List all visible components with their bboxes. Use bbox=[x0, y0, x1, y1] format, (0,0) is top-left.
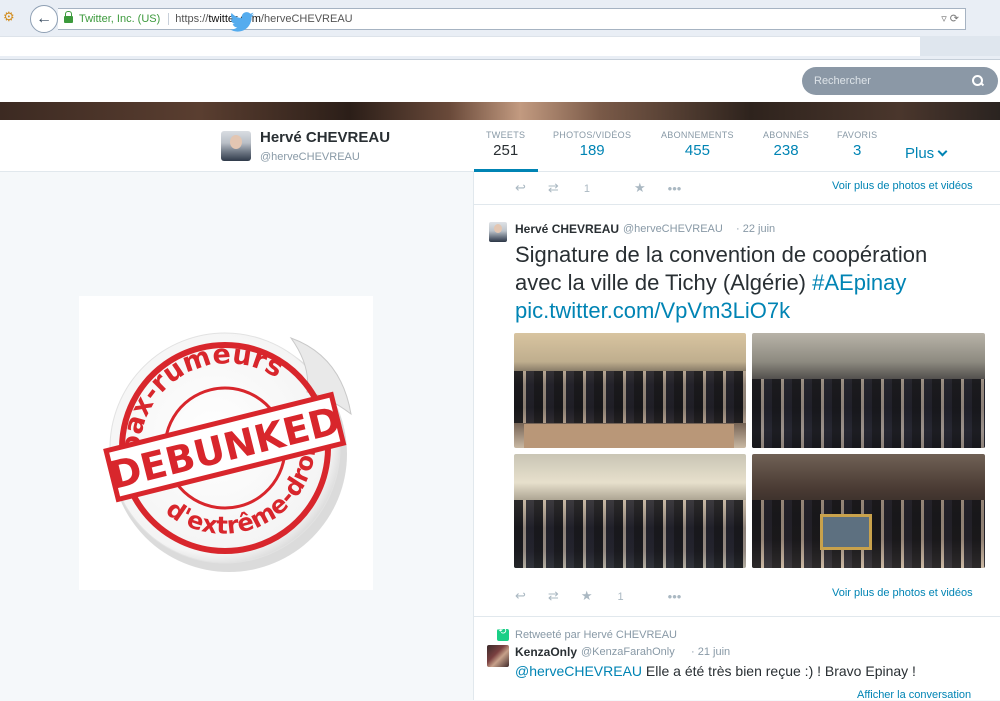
stat-value: 455 bbox=[684, 142, 710, 159]
tweet-photo-2[interactable] bbox=[752, 333, 985, 448]
stat-photos-videos[interactable]: PHOTOS/VIDÉOS 189 bbox=[553, 130, 631, 159]
hashtag-link[interactable]: #AEpinay bbox=[812, 270, 906, 295]
retweet-time[interactable]: · 21 juin bbox=[691, 646, 730, 658]
retweet-icon: ⇄ bbox=[547, 180, 559, 195]
address-bar[interactable]: Twitter, Inc. (US) https://twitter.com/h… bbox=[58, 8, 966, 30]
profile-avatar[interactable] bbox=[221, 131, 251, 161]
profile-name[interactable]: Hervé CHEVREAU bbox=[260, 129, 390, 146]
lock-icon bbox=[64, 11, 73, 24]
tweet-handle[interactable]: @herveCHEVREAU bbox=[623, 223, 723, 235]
divider bbox=[474, 616, 1000, 617]
stat-label: FAVORIS bbox=[837, 130, 878, 140]
photo-desk bbox=[524, 424, 734, 448]
retweet-handle[interactable]: @KenzaFarahOnly bbox=[581, 646, 675, 658]
retweet-action[interactable]: ⇄ 1 bbox=[548, 180, 612, 196]
favorite-icon: ★ bbox=[580, 588, 593, 603]
search-box[interactable] bbox=[802, 67, 998, 95]
photo-people bbox=[514, 370, 746, 423]
stat-abonnements[interactable]: ABONNEMENTS 455 bbox=[661, 130, 734, 159]
url-text[interactable]: https://twitter.com/herveCHEVREAU bbox=[175, 13, 352, 25]
stat-value: 238 bbox=[773, 142, 799, 159]
search-icon[interactable] bbox=[972, 75, 984, 87]
more-options-icon[interactable]: ••• bbox=[668, 589, 682, 604]
stat-label: PHOTOS/VIDÉOS bbox=[553, 130, 632, 140]
photo-people bbox=[514, 499, 746, 568]
tweet-actions: ↩ ⇄ 1 ★ ••• bbox=[515, 180, 703, 196]
url-prefix: https:// bbox=[175, 13, 209, 25]
more-label: Plus bbox=[905, 145, 935, 162]
favorite-count: 1 bbox=[617, 591, 624, 603]
site-identity[interactable]: Twitter, Inc. (US) bbox=[79, 13, 170, 25]
tweet-text-line2: avec la ville de Tichy (Algérie) bbox=[515, 270, 807, 295]
retweet-body: Elle a été très bien reçue :) ! Bravo Ep… bbox=[642, 663, 916, 679]
stat-label: ABONNÉS bbox=[763, 130, 810, 140]
browser-logo-icon: ⚙ bbox=[3, 9, 15, 24]
retweet-text: @herveCHEVREAU Elle a été très bien reçu… bbox=[515, 663, 916, 679]
retweet-author[interactable]: KenzaOnly bbox=[515, 645, 577, 659]
photo-frame bbox=[820, 514, 872, 550]
reply-icon[interactable]: ↩ bbox=[515, 180, 526, 196]
see-more-photos-link[interactable]: Voir plus de photos et vidéos bbox=[832, 180, 973, 192]
tweet-text-line1: Signature de la convention de coopératio… bbox=[515, 242, 928, 267]
retweeted-by-label: Retweeté par Hervé CHEVREAU bbox=[497, 626, 677, 641]
debunked-stamp-image: Hoax-rumeurs d'extrême-droite DEBUNKED bbox=[79, 296, 373, 590]
search-input[interactable] bbox=[802, 75, 972, 87]
tweet-photo-1[interactable] bbox=[514, 333, 746, 448]
retweet-badge-icon bbox=[497, 626, 509, 641]
header-photo bbox=[0, 102, 1000, 120]
stat-value: 251 bbox=[493, 142, 519, 159]
tweet-text: Signature de la convention de coopératio… bbox=[515, 241, 985, 325]
retweet-icon[interactable]: ⇄ bbox=[548, 588, 559, 604]
url-path: /herveCHEVREAU bbox=[260, 13, 353, 25]
more-button[interactable]: Plus bbox=[905, 145, 948, 162]
back-arrow-icon: ← bbox=[36, 10, 52, 27]
reload-icon[interactable]: ▿ ⟳ bbox=[941, 12, 959, 25]
stat-label: ABONNEMENTS bbox=[661, 130, 734, 140]
chevron-down-icon bbox=[937, 146, 948, 157]
pic-link[interactable]: pic.twitter.com/VpVm3LiO7k bbox=[515, 297, 985, 325]
retweeted-by-text[interactable]: Retweeté par Hervé CHEVREAU bbox=[515, 629, 677, 641]
favorite-action[interactable]: ★ 1 bbox=[581, 588, 646, 604]
stat-label: TWEETS bbox=[486, 130, 526, 140]
stat-value: 3 bbox=[853, 142, 862, 159]
tweet-time[interactable]: · 22 juin bbox=[736, 223, 775, 235]
tweet-avatar[interactable] bbox=[489, 222, 507, 242]
more-options-icon[interactable]: ••• bbox=[668, 181, 682, 196]
see-more-photos-link[interactable]: Voir plus de photos et vidéos bbox=[832, 587, 973, 599]
retweet-count: 1 bbox=[583, 183, 590, 195]
tweet-author[interactable]: Hervé CHEVREAU bbox=[515, 222, 619, 236]
tweet-photo-3[interactable] bbox=[514, 454, 746, 568]
stat-abonnes[interactable]: ABONNÉS 238 bbox=[763, 130, 809, 159]
stamp-graphic: Hoax-rumeurs d'extrême-droite DEBUNKED bbox=[91, 322, 352, 572]
tweet-actions: ↩ ⇄ ★ 1 ••• bbox=[515, 588, 703, 604]
toolbar-end bbox=[920, 36, 1000, 56]
bookmarks-bar bbox=[0, 36, 920, 56]
stat-favoris[interactable]: FAVORIS 3 bbox=[837, 130, 877, 159]
mention-link[interactable]: @herveCHEVREAU bbox=[515, 663, 642, 679]
show-conversation-link[interactable]: Afficher la conversation bbox=[857, 689, 971, 701]
stat-value: 189 bbox=[579, 142, 605, 159]
back-button[interactable]: ← bbox=[30, 5, 58, 33]
reply-icon[interactable]: ↩ bbox=[515, 588, 526, 604]
stat-tweets[interactable]: TWEETS 251 bbox=[486, 130, 525, 159]
profile-handle: @herveCHEVREAU bbox=[260, 151, 360, 163]
favorite-icon[interactable]: ★ bbox=[634, 180, 646, 196]
retweet-author-avatar[interactable] bbox=[487, 645, 509, 667]
twitter-bird-icon[interactable] bbox=[230, 12, 254, 32]
tweet-photo-4[interactable] bbox=[752, 454, 985, 568]
divider bbox=[474, 204, 1000, 205]
photo-people bbox=[752, 379, 985, 448]
